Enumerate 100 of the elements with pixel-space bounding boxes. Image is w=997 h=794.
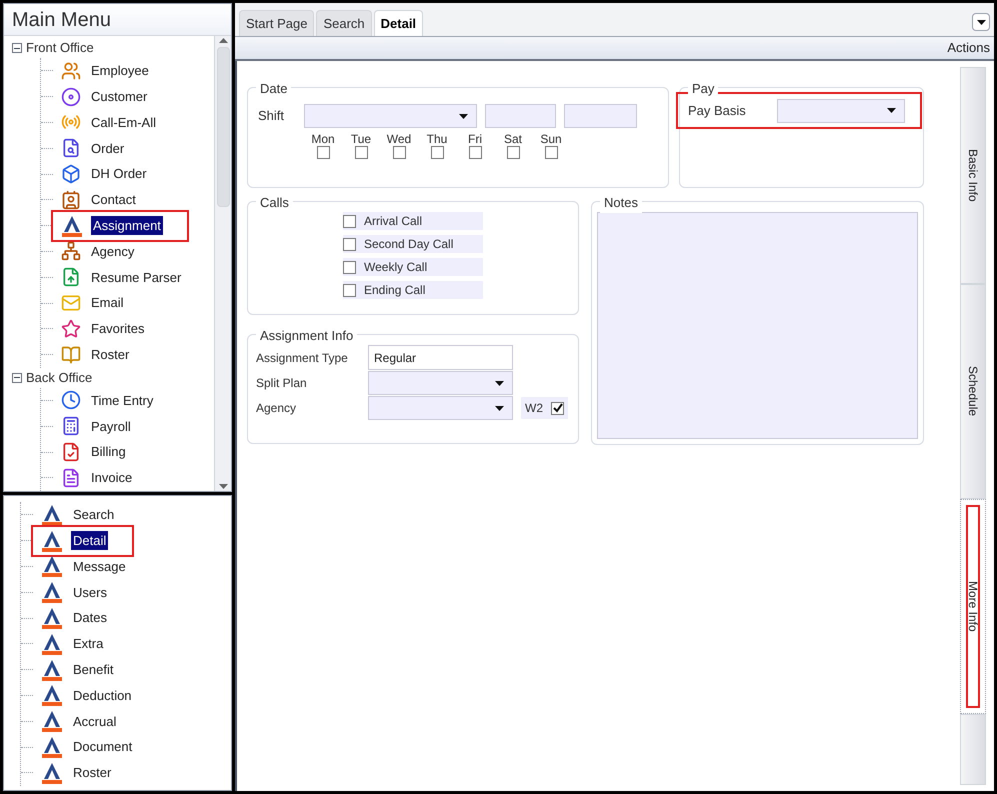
scroll-up-icon[interactable] bbox=[218, 38, 228, 43]
day-label: Tue bbox=[350, 132, 372, 146]
tree-item[interactable]: Message bbox=[71, 556, 128, 576]
day-label: Mon bbox=[311, 132, 335, 146]
checkbox[interactable] bbox=[468, 146, 482, 159]
input-field[interactable] bbox=[485, 104, 556, 128]
tree-item[interactable]: Agency bbox=[89, 242, 136, 262]
tree-item[interactable]: Call-Em-All bbox=[89, 112, 158, 132]
input-field[interactable] bbox=[564, 104, 637, 128]
field-label: Assignment Type bbox=[256, 350, 349, 366]
tree-item[interactable]: Users bbox=[71, 582, 109, 602]
field-label: Shift bbox=[258, 107, 286, 126]
triangle-icon bbox=[41, 658, 63, 681]
checked-document-icon bbox=[61, 442, 81, 462]
triangle-icon bbox=[41, 555, 63, 578]
checkbox[interactable] bbox=[430, 146, 444, 159]
checkbox[interactable] bbox=[343, 238, 356, 250]
triangle-icon bbox=[41, 632, 63, 655]
actions-label[interactable]: Actions bbox=[947, 38, 990, 58]
tree-item[interactable]: Email bbox=[89, 293, 126, 313]
tree-item[interactable]: Accrual bbox=[71, 712, 118, 732]
tab[interactable]: Start Page bbox=[239, 10, 314, 36]
day-label: Thu bbox=[426, 132, 448, 146]
triangle-icon bbox=[41, 762, 63, 784]
document-upload-icon bbox=[61, 267, 81, 288]
checkbox-label: Second Day Call bbox=[364, 236, 454, 253]
tree-group-label[interactable]: Front Office bbox=[26, 38, 94, 58]
tree-group-label[interactable]: Back Office bbox=[26, 368, 92, 388]
document-icon bbox=[61, 468, 81, 488]
input-field[interactable]: Regular bbox=[368, 345, 513, 370]
triangle-icon bbox=[41, 530, 63, 552]
checkbox[interactable] bbox=[343, 260, 356, 274]
checkbox[interactable] bbox=[506, 146, 520, 159]
tree-item[interactable]: Roster bbox=[71, 763, 114, 783]
tree-item[interactable]: Roster bbox=[89, 344, 132, 364]
collapse-toggle[interactable] bbox=[12, 372, 22, 383]
triangle-icon bbox=[41, 607, 63, 630]
tree-item[interactable]: Deduction bbox=[71, 686, 134, 706]
triangle-icon bbox=[41, 736, 63, 758]
scrollbar[interactable] bbox=[214, 36, 231, 491]
field-label: Pay Basis bbox=[688, 102, 747, 120]
dropdown-button[interactable] bbox=[972, 13, 990, 31]
dropdown-arrow-icon bbox=[495, 380, 504, 386]
tab[interactable]: Search bbox=[316, 10, 372, 36]
tree-item[interactable]: Dates bbox=[71, 608, 109, 628]
tree-item[interactable]: Order bbox=[89, 138, 126, 158]
side-tab[interactable]: More Info bbox=[960, 499, 986, 714]
checkbox[interactable] bbox=[316, 146, 330, 159]
envelope-icon bbox=[61, 293, 81, 314]
check-icon bbox=[552, 403, 562, 413]
clock-icon bbox=[61, 390, 81, 410]
day-label: Sun bbox=[540, 132, 562, 146]
tree-item[interactable]: Extra bbox=[71, 634, 106, 654]
dropdown-arrow-icon bbox=[887, 108, 896, 113]
tree-item[interactable]: Assignment bbox=[91, 216, 163, 236]
field-label: Split Plan bbox=[256, 375, 308, 392]
hierarchy-icon bbox=[61, 241, 81, 262]
tree-item[interactable]: Payroll bbox=[89, 416, 133, 436]
collapse-toggle[interactable] bbox=[12, 43, 22, 53]
checkbox-label: Arrival Call bbox=[364, 213, 422, 230]
people-icon bbox=[61, 60, 81, 81]
side-tab[interactable]: Schedule bbox=[960, 284, 986, 499]
tree-item[interactable]: Detail bbox=[71, 530, 108, 550]
checkbox-label: Weekly Call bbox=[364, 259, 428, 276]
tree-item[interactable]: DH Order bbox=[89, 164, 149, 184]
checkbox[interactable] bbox=[354, 146, 368, 159]
tree-item[interactable]: Benefit bbox=[71, 660, 116, 680]
tab[interactable]: Detail bbox=[374, 10, 424, 36]
tree-item[interactable]: Document bbox=[71, 737, 134, 757]
checkbox[interactable] bbox=[343, 284, 356, 296]
tree-item[interactable]: Billing bbox=[89, 442, 128, 462]
checkbox[interactable] bbox=[544, 146, 558, 159]
tree-item[interactable]: Time Entry bbox=[89, 390, 156, 410]
day-label: Wed bbox=[386, 132, 412, 146]
contact-card-icon bbox=[61, 190, 81, 210]
tree-item[interactable]: Contact bbox=[89, 190, 138, 210]
star-icon bbox=[61, 318, 81, 339]
document-search-icon bbox=[61, 138, 81, 158]
triangle-icon bbox=[41, 581, 63, 604]
calculator-icon bbox=[61, 416, 81, 436]
day-label: Sat bbox=[504, 132, 522, 146]
tree-item[interactable]: Resume Parser bbox=[89, 268, 184, 288]
tree-item[interactable]: Search bbox=[71, 505, 116, 525]
triangle-icon bbox=[61, 214, 83, 237]
tree-item[interactable]: Favorites bbox=[89, 319, 146, 339]
checkbox[interactable] bbox=[343, 214, 356, 228]
tree-item[interactable]: Employee bbox=[89, 61, 151, 81]
scroll-thumb[interactable] bbox=[216, 47, 230, 207]
checkbox[interactable] bbox=[551, 402, 564, 414]
side-tab[interactable]: Basic Info bbox=[960, 67, 986, 284]
checkbox[interactable] bbox=[392, 146, 406, 159]
dropdown-arrow-icon bbox=[976, 20, 986, 24]
dropdown-arrow-icon bbox=[459, 114, 468, 118]
triangle-icon bbox=[41, 710, 63, 732]
tree-item[interactable]: Invoice bbox=[89, 468, 134, 488]
book-icon bbox=[61, 344, 81, 365]
triangle-icon bbox=[41, 504, 63, 526]
checkbox-label: W2 bbox=[525, 400, 543, 417]
tree-item[interactable]: Customer bbox=[89, 86, 150, 106]
scroll-down-icon[interactable] bbox=[218, 484, 228, 489]
